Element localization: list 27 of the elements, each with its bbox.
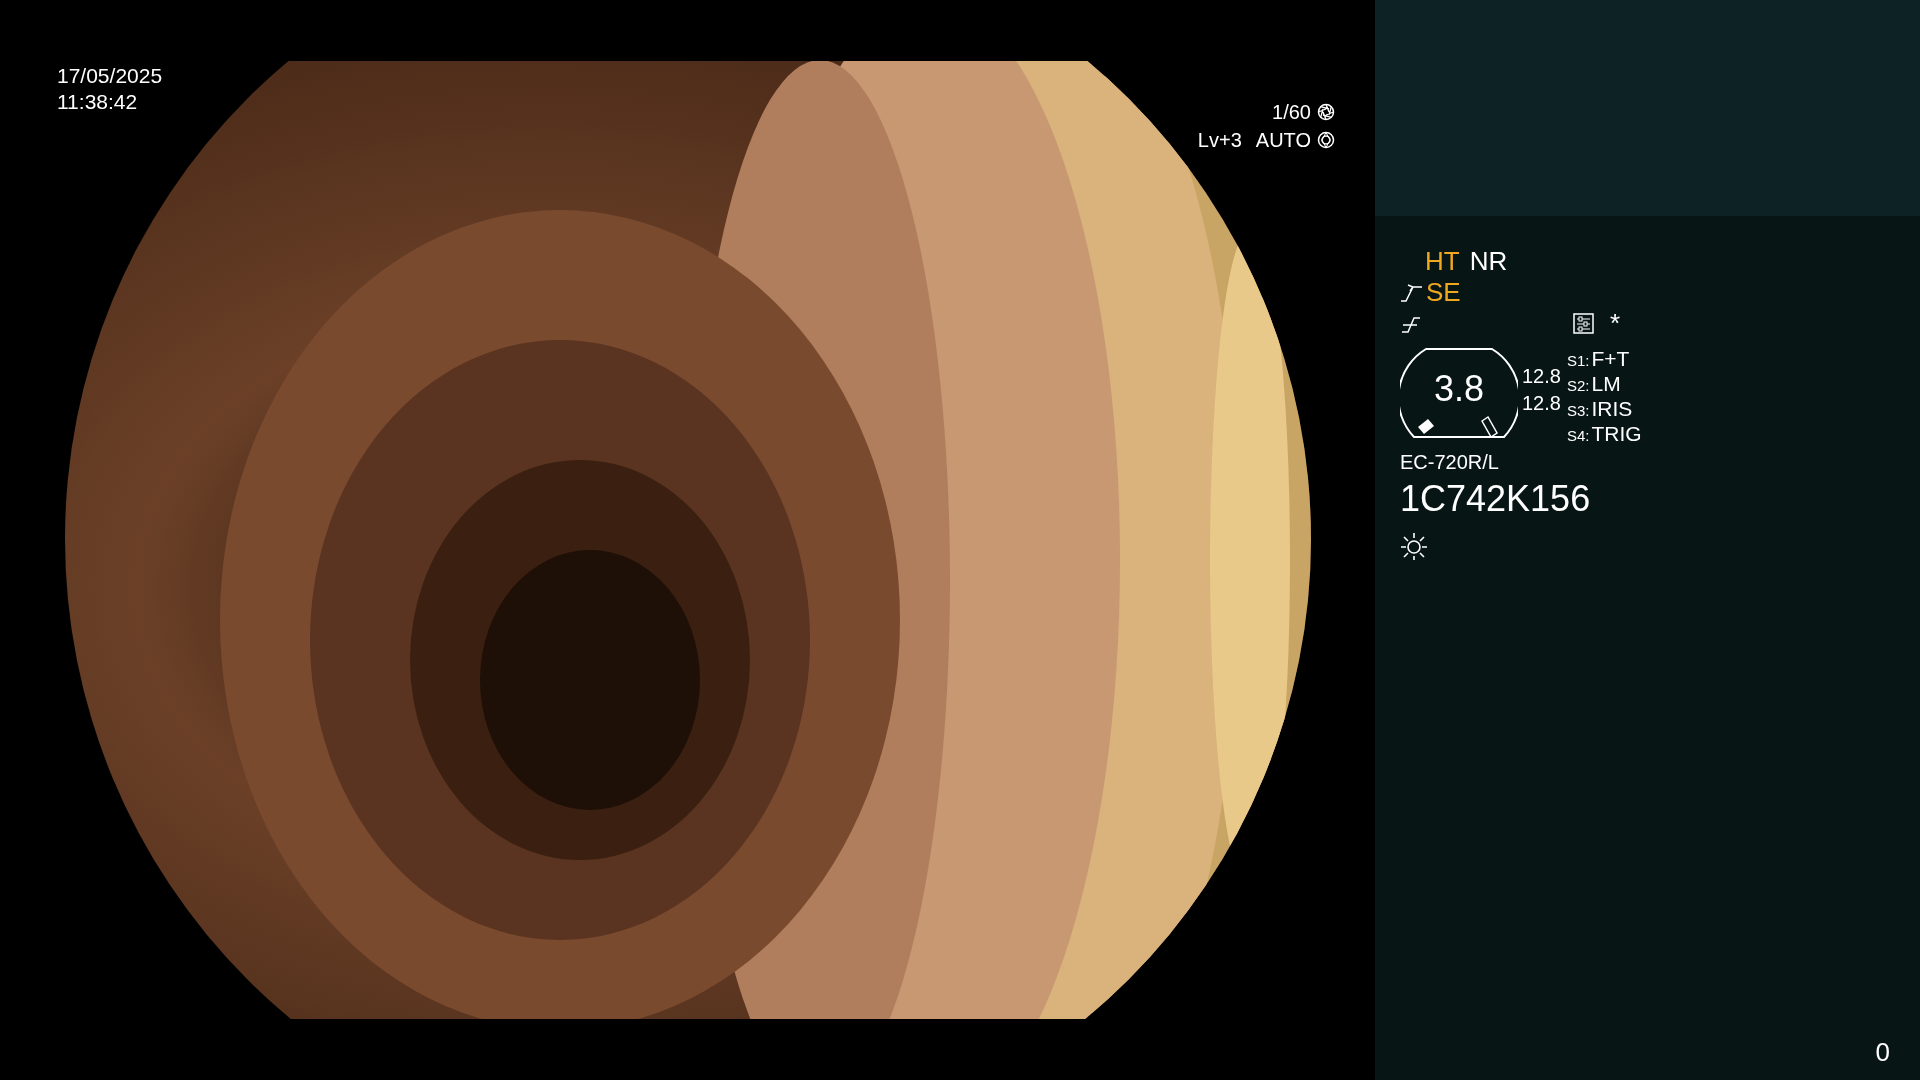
time-text: 11:38:42 — [57, 89, 139, 115]
switch-value: F+T — [1591, 347, 1630, 371]
asterisk-mark: * — [1609, 308, 1620, 339]
reading-text: 12.8 — [1522, 391, 1561, 416]
counter-text: 0 — [1875, 1037, 1890, 1068]
switch-value: IRIS — [1591, 397, 1633, 421]
scope-model-text: EC-720R/L — [1400, 451, 1499, 474]
switch-key: S2: — [1566, 377, 1590, 394]
switch-key: S3: — [1566, 402, 1590, 419]
switch-key: S4: — [1566, 427, 1590, 444]
filled-indicator-icon — [1418, 419, 1434, 434]
aperture-icon — [1317, 131, 1335, 149]
switch-value: LM — [1591, 372, 1621, 396]
mode-label: HT — [1425, 246, 1460, 277]
gauge-value: 3.8 — [1433, 368, 1484, 410]
switch-value: TRIG — [1591, 422, 1642, 446]
mode-label: SE — [1426, 277, 1461, 308]
switch-key: S1: — [1566, 352, 1590, 369]
mode-label: NR — [1469, 246, 1508, 277]
iris-mode-text: AUTO — [1255, 128, 1311, 153]
date-text: 17/05/2025 — [57, 63, 163, 89]
serial-number-text: 1C742K156 — [1400, 478, 1591, 520]
reading-text: 12.8 — [1522, 364, 1561, 389]
sliders-icon — [1572, 313, 1594, 334]
shutter-speed-text: 1/60 — [1272, 100, 1311, 125]
shutter-icon — [1317, 103, 1335, 121]
exposure-level-text: Lv+3 — [1197, 128, 1242, 153]
